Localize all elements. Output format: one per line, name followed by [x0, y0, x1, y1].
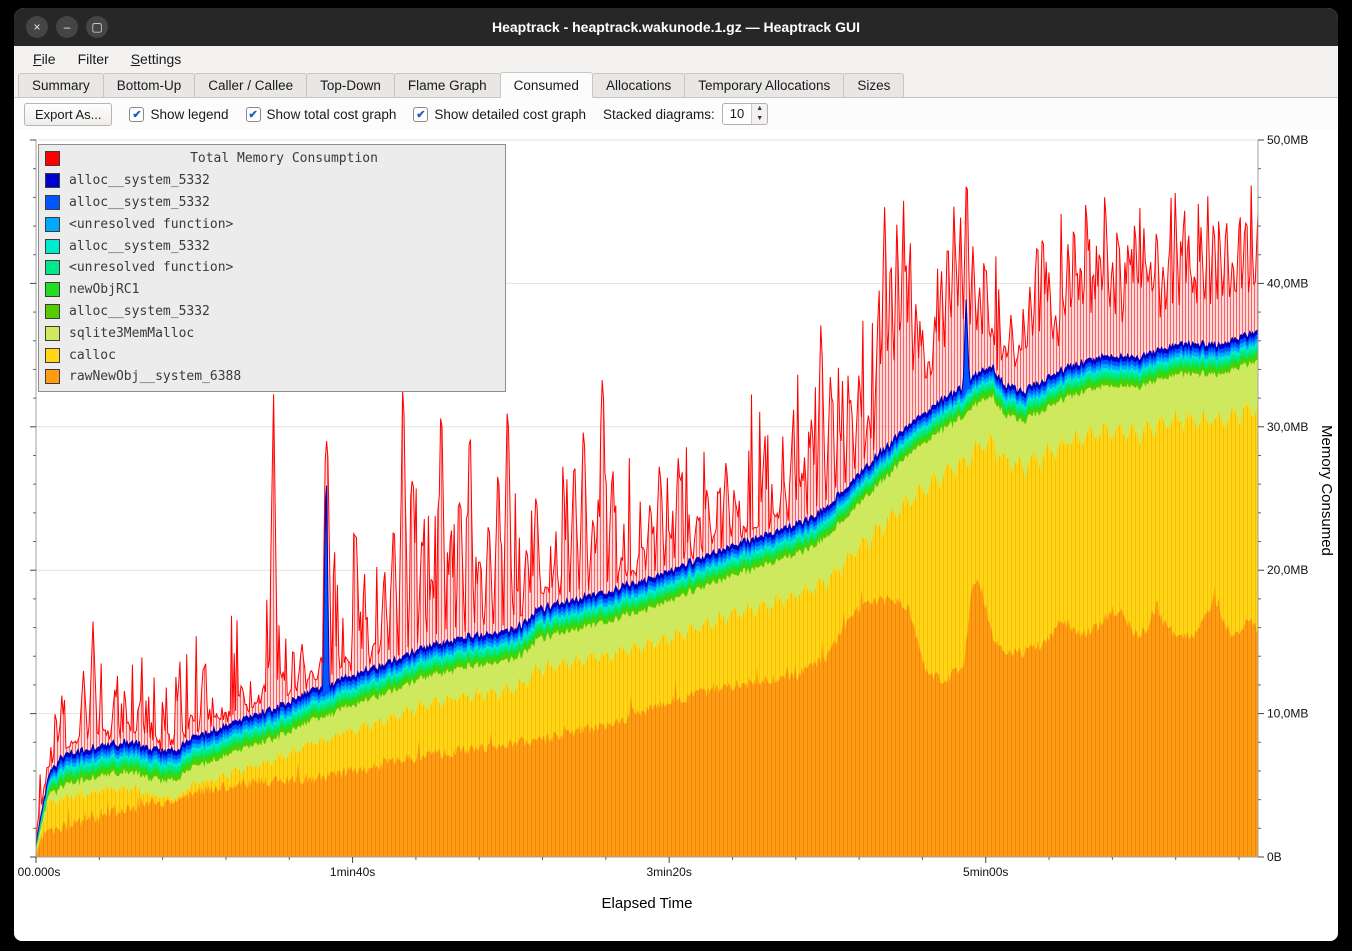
toolbar: Export As... ✔ Show legend ✔ Show total cos…: [14, 98, 1338, 130]
tab-bar: SummaryBottom-UpCaller / CalleeTop-DownF…: [14, 71, 1338, 98]
stacked-diagrams-label: Stacked diagrams:: [603, 107, 715, 122]
spinbox-buttons: ▲ ▼: [751, 104, 767, 124]
checkbox-group: ✔ Show legend ✔ Show total cost graph ✔ Show …: [129, 107, 586, 122]
stacked-diagrams-spinbox[interactable]: 10 ▲ ▼: [722, 103, 768, 125]
menu-file[interactable]: File: [24, 49, 65, 69]
legend-label: alloc__system_5332: [69, 239, 210, 254]
chart-area: 0B 10,0MB 20,0MB 30,0MB 40,0MB 50,0MB 00.000s 1…: [14, 130, 1338, 941]
svg-text:5min00s: 5min00s: [963, 865, 1008, 879]
legend-item: alloc__system_5332: [45, 235, 499, 257]
tab-flame-graph[interactable]: Flame Graph: [394, 73, 501, 97]
legend-label: alloc__system_5332: [69, 195, 210, 210]
window-controls: × – ▢: [26, 8, 108, 46]
tab-sizes[interactable]: Sizes: [843, 73, 904, 97]
legend-item: alloc__system_5332: [45, 192, 499, 214]
svg-text:20,0MB: 20,0MB: [1267, 563, 1308, 577]
x-axis-title: Elapsed Time: [602, 895, 693, 912]
svg-text:30,0MB: 30,0MB: [1267, 420, 1308, 434]
legend-swatch: [45, 369, 60, 384]
legend-label: alloc__system_5332: [69, 173, 210, 188]
minimize-icon: –: [64, 21, 71, 33]
legend-item: calloc: [45, 344, 499, 366]
close-icon: ×: [33, 21, 40, 33]
maximize-icon: ▢: [91, 21, 102, 33]
legend-swatch: [45, 348, 60, 363]
legend-label: Total Memory Consumption: [69, 151, 499, 166]
tab-top-down[interactable]: Top-Down: [306, 73, 395, 97]
legend-label: rawNewObj__system_6388: [69, 369, 241, 384]
legend-swatch: [45, 217, 60, 232]
tab-caller-callee[interactable]: Caller / Callee: [194, 73, 307, 97]
legend-label: <unresolved function>: [69, 260, 233, 275]
menubar: FileFilterSettings: [14, 46, 1338, 71]
legend-label: newObjRC1: [69, 282, 139, 297]
svg-text:50,0MB: 50,0MB: [1267, 133, 1308, 147]
checkbox-label: Show legend: [150, 107, 228, 122]
export-as-button[interactable]: Export As...: [24, 103, 112, 126]
app-window: × – ▢ Heaptrack - heaptrack.wakunode.1.gz …: [14, 8, 1338, 941]
titlebar: × – ▢ Heaptrack - heaptrack.wakunode.1.gz …: [14, 8, 1338, 46]
minimize-button[interactable]: –: [56, 16, 78, 38]
legend-swatch: [45, 282, 60, 297]
svg-text:0B: 0B: [1267, 850, 1282, 864]
svg-text:10,0MB: 10,0MB: [1267, 707, 1308, 721]
legend-item: newObjRC1: [45, 279, 499, 301]
legend-item: <unresolved function>: [45, 213, 499, 235]
legend-swatch: [45, 151, 60, 166]
checkbox-show-legend[interactable]: ✔ Show legend: [129, 107, 228, 122]
legend-item: <unresolved function>: [45, 257, 499, 279]
tab-temporary-allocations[interactable]: Temporary Allocations: [684, 73, 844, 97]
checkbox-show-total-cost-graph[interactable]: ✔ Show total cost graph: [246, 107, 397, 122]
svg-text:3min20s: 3min20s: [646, 865, 691, 879]
legend-item: alloc__system_5332: [45, 301, 499, 323]
spin-up-button[interactable]: ▲: [752, 104, 767, 114]
spinbox-value: 10: [723, 104, 751, 124]
svg-text:00.000s: 00.000s: [18, 865, 61, 879]
window-title: Heaptrack - heaptrack.wakunode.1.gz — He…: [14, 19, 1338, 35]
svg-text:1min40s: 1min40s: [330, 865, 375, 879]
checkbox-label: Show total cost graph: [267, 107, 397, 122]
legend-label: alloc__system_5332: [69, 304, 210, 319]
tab-bottom-up[interactable]: Bottom-Up: [103, 73, 196, 97]
tab-summary[interactable]: Summary: [18, 73, 104, 97]
legend-swatch: [45, 260, 60, 275]
stacked-diagrams-group: Stacked diagrams: 10 ▲ ▼: [603, 103, 768, 125]
legend-swatch: [45, 304, 60, 319]
x-tick-labels: 00.000s 1min40s 3min20s 5min00s: [18, 857, 1239, 879]
legend-item: rawNewObj__system_6388: [45, 366, 499, 388]
legend-swatch: [45, 173, 60, 188]
menu-filter[interactable]: Filter: [69, 49, 118, 69]
legend-label: calloc: [69, 348, 116, 363]
legend-label: sqlite3MemMalloc: [69, 326, 194, 341]
legend-swatch: [45, 195, 60, 210]
spin-down-button[interactable]: ▼: [752, 114, 767, 124]
checkbox-show-detailed-cost-graph[interactable]: ✔ Show detailed cost graph: [413, 107, 586, 122]
tab-allocations[interactable]: Allocations: [592, 73, 685, 97]
legend-title-row: Total Memory Consumption: [45, 148, 499, 170]
legend-swatch: [45, 326, 60, 341]
checkbox-icon: ✔: [129, 107, 144, 122]
legend-label: <unresolved function>: [69, 217, 233, 232]
legend-item: sqlite3MemMalloc: [45, 322, 499, 344]
legend-item: alloc__system_5332: [45, 170, 499, 192]
tab-consumed[interactable]: Consumed: [500, 72, 593, 98]
checkbox-icon: ✔: [413, 107, 428, 122]
close-button[interactable]: ×: [26, 16, 48, 38]
maximize-button[interactable]: ▢: [86, 16, 108, 38]
menu-settings[interactable]: Settings: [122, 49, 191, 69]
y-axis-title: Memory Consumed: [1318, 425, 1335, 556]
legend-swatch: [45, 239, 60, 254]
checkbox-icon: ✔: [246, 107, 261, 122]
svg-text:40,0MB: 40,0MB: [1267, 276, 1308, 290]
chart-legend: Total Memory Consumption alloc__system_53…: [38, 144, 506, 392]
checkbox-label: Show detailed cost graph: [434, 107, 586, 122]
